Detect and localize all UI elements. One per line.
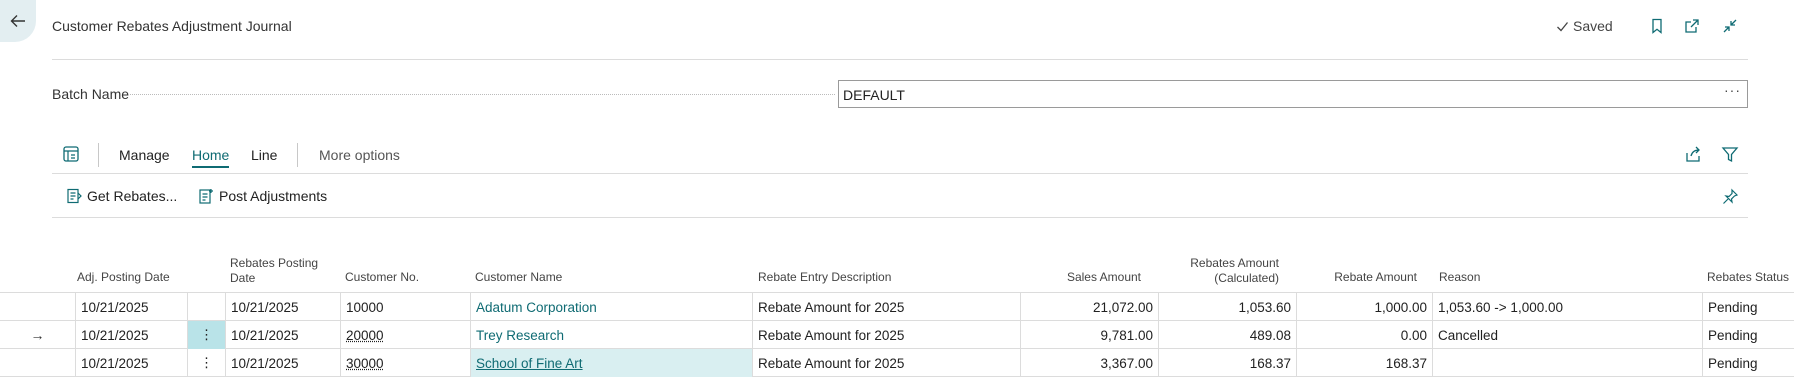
customer-no-value: 20000 [346,327,384,343]
open-new-window-icon[interactable] [1683,17,1701,35]
customer-name-link[interactable]: School of Fine Art [476,356,583,371]
header-divider [52,59,1748,60]
post-adjustments-button[interactable]: Post Adjustments [198,188,327,204]
tab-manage[interactable]: Manage [119,147,170,163]
cell-rebates-posting-date[interactable]: 10/21/2025 [225,293,340,321]
table-row[interactable]: 10/21/2025 10/21/2025 10000 Adatum Corpo… [0,293,1794,321]
cell-sales-amount[interactable]: 3,367.00 [1020,349,1158,377]
cell-rebates-posting-date[interactable]: 10/21/2025 [225,349,340,377]
get-rebates-label: Get Rebates... [87,188,178,204]
current-row-arrow-icon: → [30,327,45,343]
more-options-button[interactable]: More options [319,147,400,163]
cell-adj-posting-date[interactable]: 10/21/2025 [75,293,187,321]
toolbar-divider [297,143,298,167]
cell-description[interactable]: Rebate Amount for 2025 [752,321,1020,349]
cell-description[interactable]: Rebate Amount for 2025 [752,349,1020,377]
col-rebates-posting-date-line2: Date [230,271,256,285]
col-rebate-amount[interactable]: Rebate Amount [1300,270,1417,285]
share-icon[interactable] [1684,145,1702,163]
col-sales-amount[interactable]: Sales Amount [1020,270,1141,285]
page-title: Customer Rebates Adjustment Journal [52,18,292,34]
batch-name-label: Batch Name [52,86,130,102]
tab-line[interactable]: Line [251,147,277,163]
row-actions-menu-button[interactable]: ⋮ [187,349,225,377]
cell-reason[interactable]: 1,053.60 -> 1,000.00 [1432,293,1702,321]
col-rebate-entry-description[interactable]: Rebate Entry Description [758,270,891,285]
cell-customer-no[interactable]: 30000 [340,349,470,377]
post-adjustments-label: Post Adjustments [219,188,328,204]
cell-adj-posting-date[interactable]: 10/21/2025 [75,321,187,349]
customer-no-value: 30000 [346,355,384,371]
personalize-pin-icon[interactable] [1721,188,1739,206]
row-actions-menu-button[interactable]: ⋮ [187,321,225,349]
col-rebates-amount-calculated[interactable]: Rebates Amount (Calculated) [1160,256,1279,286]
filter-icon[interactable] [1721,145,1739,163]
back-button[interactable] [0,0,36,42]
cell-sales-amount[interactable]: 9,781.00 [1020,321,1158,349]
cell-rebates-status[interactable]: Pending [1702,293,1794,321]
collapse-icon[interactable] [1721,17,1739,35]
col-customer-name[interactable]: Customer Name [475,270,562,285]
saved-status: Saved [1556,18,1613,34]
cell-sales-amount[interactable]: 21,072.00 [1020,293,1158,321]
cell-reason[interactable]: Cancelled [1432,321,1702,349]
col-rebates-amount-calculated-line2: (Calculated) [1214,271,1279,285]
page-view-icon[interactable] [62,145,80,163]
back-arrow-icon [10,15,25,27]
bookmark-icon[interactable] [1648,17,1666,35]
cell-adj-posting-date[interactable]: 10/21/2025 [75,349,187,377]
get-rebates-button[interactable]: Get Rebates... [66,188,177,204]
cell-rebate-amount[interactable]: 0.00 [1296,321,1432,349]
actions-divider-line [52,217,1748,218]
cell-customer-name[interactable]: Trey Research [470,321,752,349]
get-rebates-icon [67,188,82,204]
table-row[interactable]: 10/21/2025 ⋮ 10/21/2025 30000 School of … [0,349,1794,377]
cell-customer-no[interactable]: 20000 [340,321,470,349]
cell-reason[interactable] [1432,349,1702,377]
col-adj-posting-date[interactable]: Adj. Posting Date [77,270,170,285]
toolbar-divider-line [52,173,1748,174]
col-reason[interactable]: Reason [1439,270,1480,285]
cell-description[interactable]: Rebate Amount for 2025 [752,293,1020,321]
cell-rebates-amount-calculated[interactable]: 168.37 [1158,349,1296,377]
cell-rebates-status[interactable]: Pending [1702,321,1794,349]
batch-name-field[interactable]: DEFAULT [838,80,1748,108]
cell-row-menu [187,293,225,321]
cell-rebates-amount-calculated[interactable]: 1,053.60 [1158,293,1296,321]
toolbar-divider [98,143,99,167]
cell-customer-no[interactable]: 10000 [340,293,470,321]
cell-rebates-amount-calculated[interactable]: 489.08 [1158,321,1296,349]
col-rebates-posting-date[interactable]: Rebates Posting Date [230,256,318,286]
cell-rebates-status[interactable]: Pending [1702,349,1794,377]
col-rebates-amount-calculated-line1: Rebates Amount [1190,256,1279,270]
batch-name-lookup-button[interactable]: ··· [1724,82,1741,98]
post-adjustments-icon [199,189,213,204]
col-customer-no[interactable]: Customer No. [345,270,419,285]
table-row[interactable]: → 10/21/2025 ⋮ 10/21/2025 20000 Trey Res… [0,321,1794,349]
cell-rebates-posting-date[interactable]: 10/21/2025 [225,321,340,349]
col-rebates-posting-date-line1: Rebates Posting [230,256,319,270]
cell-rebate-amount[interactable]: 168.37 [1296,349,1432,377]
cell-customer-name[interactable]: Adatum Corporation [470,293,752,321]
batch-name-leader [130,94,835,95]
col-rebates-status[interactable]: Rebates Status [1707,270,1789,285]
tab-home[interactable]: Home [192,147,230,168]
cell-rebate-amount[interactable]: 1,000.00 [1296,293,1432,321]
saved-label: Saved [1573,18,1613,34]
cell-customer-name[interactable]: School of Fine Art [470,349,752,377]
checkmark-icon [1557,21,1569,31]
